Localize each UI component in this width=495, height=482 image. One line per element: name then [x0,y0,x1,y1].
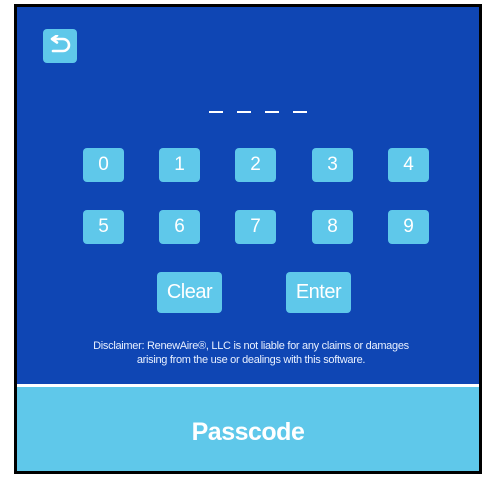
key-7[interactable]: 7 [235,210,276,244]
passcode-slot [265,111,279,113]
passcode-slot [293,111,307,113]
key-4[interactable]: 4 [388,148,429,182]
passcode-entry-display [209,111,309,117]
key-6[interactable]: 6 [159,210,200,244]
passcode-slot [237,111,251,113]
key-9[interactable]: 9 [388,210,429,244]
key-3[interactable]: 3 [312,148,353,182]
key-5[interactable]: 5 [83,210,124,244]
disclaimer-line-2: arising from the use or dealings with th… [136,354,366,366]
disclaimer-line-1: Disclaimer: RenewAire®, LLC is not liabl… [93,340,409,352]
disclaimer-text: Disclaimer: RenewAire®, LLC is not liabl… [47,339,455,367]
key-2[interactable]: 2 [235,148,276,182]
key-0[interactable]: 0 [83,148,124,182]
key-8[interactable]: 8 [312,210,353,244]
page-title: Passcode [191,417,305,446]
key-1[interactable]: 1 [159,148,200,182]
back-button[interactable] [43,29,77,63]
undo-arrow-icon [50,35,71,53]
passcode-screen: 0 1 2 3 4 5 6 7 8 9 Clear Enter Disclaim… [14,4,482,474]
enter-button[interactable]: Enter [286,272,351,313]
footer-bar: Passcode [17,387,479,471]
clear-button[interactable]: Clear [157,272,222,313]
passcode-slot [209,111,223,113]
